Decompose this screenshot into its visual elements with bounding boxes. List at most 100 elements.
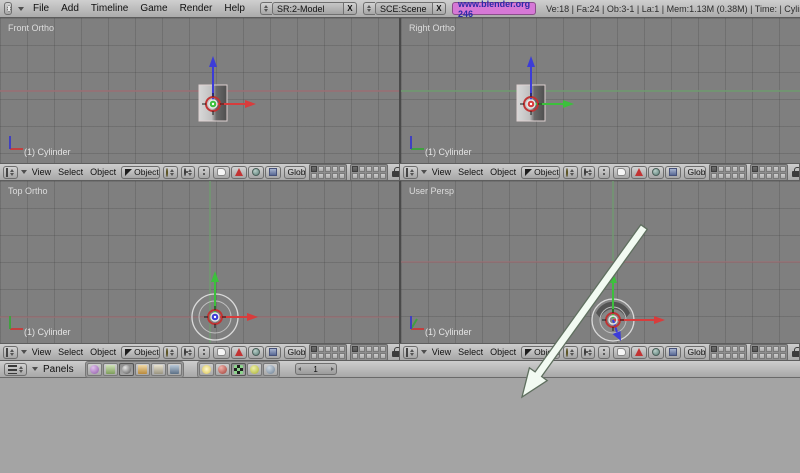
layer-toggle[interactable] bbox=[718, 353, 724, 359]
layer-toggle[interactable] bbox=[766, 173, 772, 179]
manipulator-translate-button[interactable] bbox=[231, 166, 247, 179]
layer-toggle[interactable] bbox=[780, 353, 786, 359]
manipulator-rotate-button[interactable] bbox=[248, 346, 264, 359]
layer-toggle[interactable] bbox=[339, 173, 345, 179]
viewport-divider[interactable] bbox=[399, 18, 401, 361]
proportional-edit-button[interactable] bbox=[198, 166, 210, 179]
lock-icon[interactable] bbox=[392, 167, 396, 177]
layer-toggle[interactable] bbox=[311, 346, 317, 352]
screen-delete-button[interactable]: X bbox=[344, 2, 357, 15]
orientation-dropdown[interactable]: Global bbox=[284, 166, 306, 179]
layer-toggle[interactable] bbox=[725, 173, 731, 179]
layer-toggle[interactable] bbox=[766, 346, 772, 352]
menu-view[interactable]: View bbox=[30, 347, 53, 357]
layer-toggle[interactable] bbox=[352, 346, 358, 352]
lamp-buttons-button[interactable] bbox=[199, 363, 214, 376]
orientation-dropdown[interactable]: Global bbox=[684, 166, 706, 179]
manipulator-hand-button[interactable] bbox=[213, 346, 230, 359]
menu-render[interactable]: Render bbox=[177, 3, 216, 14]
viewport-right-ortho[interactable]: Right Ortho (1) Cylinder bbox=[401, 18, 800, 163]
mode-dropdown[interactable]: Object Mode bbox=[521, 166, 560, 179]
layer-toggle[interactable] bbox=[739, 166, 745, 172]
layer-toggle[interactable] bbox=[739, 173, 745, 179]
menu-select[interactable]: Select bbox=[456, 167, 485, 177]
layer-toggle[interactable] bbox=[732, 353, 738, 359]
layer-toggle[interactable] bbox=[780, 173, 786, 179]
layer-toggle[interactable] bbox=[739, 346, 745, 352]
menu-game[interactable]: Game bbox=[137, 3, 170, 14]
layer-toggle[interactable] bbox=[359, 346, 365, 352]
proportional-edit-button[interactable] bbox=[198, 346, 210, 359]
header-collapse-icon[interactable] bbox=[21, 170, 27, 174]
layer-toggle[interactable] bbox=[732, 166, 738, 172]
manipulator-hand-button[interactable] bbox=[613, 346, 630, 359]
menu-object[interactable]: Object bbox=[88, 167, 118, 177]
layer-toggle[interactable] bbox=[711, 353, 717, 359]
pivot-dropdown[interactable] bbox=[181, 166, 195, 179]
layer-toggle[interactable] bbox=[318, 353, 324, 359]
scene-name-field[interactable]: SCE:Scene bbox=[375, 2, 433, 15]
orientation-dropdown[interactable]: Global bbox=[684, 346, 706, 359]
menu-object[interactable]: Object bbox=[88, 347, 118, 357]
layer-toggle[interactable] bbox=[352, 166, 358, 172]
manipulator-rotate-button[interactable] bbox=[648, 346, 664, 359]
viewport-top-ortho[interactable]: Top Ortho (1) Cylinder bbox=[0, 181, 399, 343]
layer-toggle[interactable] bbox=[325, 173, 331, 179]
menu-timeline[interactable]: Timeline bbox=[88, 3, 131, 14]
layer-toggle[interactable] bbox=[718, 166, 724, 172]
layer-toggle[interactable] bbox=[766, 166, 772, 172]
layer-toggle[interactable] bbox=[773, 353, 779, 359]
manipulator-rotate-button[interactable] bbox=[248, 166, 264, 179]
manipulator-scale-button[interactable] bbox=[665, 346, 681, 359]
header-collapse-icon[interactable] bbox=[18, 7, 24, 11]
pivot-dropdown[interactable] bbox=[581, 346, 595, 359]
layer-toggle[interactable] bbox=[380, 166, 386, 172]
editor-type-button[interactable] bbox=[403, 166, 418, 179]
layer-toggle[interactable] bbox=[759, 173, 765, 179]
screen-name-field[interactable]: SR:2-Model bbox=[272, 2, 344, 15]
shading-context-button[interactable] bbox=[119, 363, 134, 376]
layer-toggle[interactable] bbox=[339, 346, 345, 352]
layer-toggle[interactable] bbox=[373, 173, 379, 179]
menu-view[interactable]: View bbox=[430, 347, 453, 357]
layer-toggle[interactable] bbox=[718, 173, 724, 179]
menu-object[interactable]: Object bbox=[488, 167, 518, 177]
mode-dropdown[interactable]: Object Mode bbox=[121, 346, 160, 359]
radiosity-buttons-button[interactable] bbox=[247, 363, 262, 376]
editor-type-button[interactable] bbox=[4, 363, 27, 376]
layer-toggle[interactable] bbox=[759, 166, 765, 172]
layer-toggle[interactable] bbox=[311, 166, 317, 172]
header-collapse-icon[interactable] bbox=[421, 350, 427, 354]
layer-toggle[interactable] bbox=[325, 166, 331, 172]
editing-context-button[interactable] bbox=[151, 363, 166, 376]
layer-toggle[interactable] bbox=[332, 166, 338, 172]
layer-toggle[interactable] bbox=[318, 346, 324, 352]
scene-context-button[interactable] bbox=[167, 363, 182, 376]
layer-toggle[interactable] bbox=[773, 166, 779, 172]
layer-toggle[interactable] bbox=[352, 353, 358, 359]
layer-toggle[interactable] bbox=[318, 166, 324, 172]
editor-type-button[interactable] bbox=[403, 346, 418, 359]
layer-toggle[interactable] bbox=[773, 173, 779, 179]
layer-toggle[interactable] bbox=[380, 346, 386, 352]
layer-toggle[interactable] bbox=[325, 353, 331, 359]
proportional-edit-button[interactable] bbox=[598, 166, 610, 179]
layer-toggle[interactable] bbox=[373, 353, 379, 359]
object-context-button[interactable] bbox=[135, 363, 150, 376]
layer-toggle[interactable] bbox=[773, 346, 779, 352]
header-collapse-icon[interactable] bbox=[21, 350, 27, 354]
menu-file[interactable]: File bbox=[30, 3, 52, 14]
layer-toggle[interactable] bbox=[711, 166, 717, 172]
scene-browse-button[interactable] bbox=[363, 2, 375, 15]
viewport-user-persp[interactable]: User Persp (1) Cylinder bbox=[401, 181, 800, 343]
manipulator-scale-button[interactable] bbox=[665, 166, 681, 179]
layer-toggle[interactable] bbox=[718, 346, 724, 352]
layer-toggle[interactable] bbox=[780, 166, 786, 172]
menu-help[interactable]: Help bbox=[221, 3, 248, 14]
header-collapse-icon[interactable] bbox=[32, 367, 38, 371]
manipulator-hand-button[interactable] bbox=[213, 166, 230, 179]
layer-toggle[interactable] bbox=[725, 166, 731, 172]
layer-toggle[interactable] bbox=[373, 166, 379, 172]
draw-type-dropdown[interactable] bbox=[563, 166, 578, 179]
layer-toggle[interactable] bbox=[752, 346, 758, 352]
